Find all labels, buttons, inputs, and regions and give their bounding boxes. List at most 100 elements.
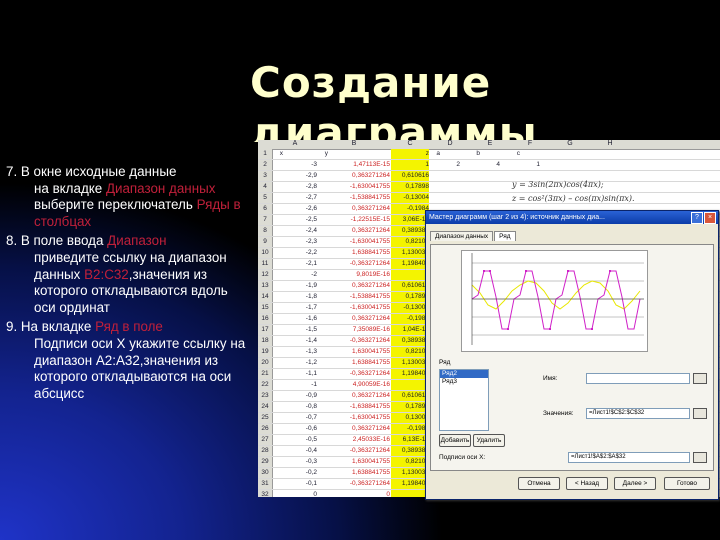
cell[interactable]: -0,3 xyxy=(273,457,317,467)
column-header[interactable]: H xyxy=(590,140,630,147)
row-number[interactable]: 20 xyxy=(258,358,273,368)
column-header[interactable]: C xyxy=(391,140,429,147)
collapse-range-icon[interactable] xyxy=(693,452,707,463)
cell[interactable]: 1,638841755 xyxy=(318,468,390,478)
help-button[interactable]: ? xyxy=(691,212,703,224)
cell[interactable]: -0,6 xyxy=(273,424,317,434)
row-number[interactable]: 2 xyxy=(258,160,273,170)
cell[interactable]: 0,17898 xyxy=(391,402,429,412)
cell[interactable]: 0,363271264 xyxy=(318,314,390,324)
row-number[interactable]: 26 xyxy=(258,424,273,434)
cell[interactable]: 4,90059E-16 xyxy=(318,380,390,390)
cell[interactable]: 1,198401 xyxy=(391,479,429,489)
cell[interactable]: -0,1984 xyxy=(391,204,429,214)
cell[interactable]: 1,630041755 xyxy=(318,457,390,467)
cell[interactable]: 0,389384 xyxy=(391,336,429,346)
cell[interactable]: -0,363271264 xyxy=(318,479,390,489)
table-row[interactable]: 3 -2,9 0,363271264 0,610616 xyxy=(258,171,720,182)
cell[interactable]: -1,2 xyxy=(273,358,317,368)
row-number[interactable]: 12 xyxy=(258,270,273,280)
cell[interactable]: -1,630041755 xyxy=(318,182,390,192)
cell[interactable]: -2,2 xyxy=(273,248,317,258)
cell[interactable]: 0,82102 xyxy=(391,457,429,467)
cell[interactable]: -1,630041755 xyxy=(318,303,390,313)
row-number[interactable]: 1 xyxy=(258,149,273,159)
cell[interactable]: -2 xyxy=(273,270,317,280)
cell[interactable]: -0,1984 xyxy=(391,314,429,324)
cell[interactable]: -0,13004 xyxy=(391,193,429,203)
cell[interactable]: 0,389384 xyxy=(391,446,429,456)
cell[interactable]: 1,47113E-15 xyxy=(318,160,390,170)
cell[interactable]: 2 xyxy=(430,160,460,170)
cell[interactable]: -1,638841755 xyxy=(318,402,390,412)
cell[interactable]: 6,13E-17 xyxy=(391,435,429,445)
cancel-button[interactable]: Отмена xyxy=(518,477,560,490)
remove-series-button[interactable]: Удалить xyxy=(473,434,505,447)
row-number[interactable]: 32 xyxy=(258,490,273,497)
cell[interactable]: -0,8 xyxy=(273,402,317,412)
cell[interactable]: 0,363271264 xyxy=(318,424,390,434)
next-button[interactable]: Далее > xyxy=(614,477,656,490)
cell[interactable]: 0,610616 xyxy=(391,391,429,401)
xaxis-field[interactable]: =Лист1!$A$2:$A$32 xyxy=(568,452,690,463)
row-number[interactable]: 31 xyxy=(258,479,273,489)
row-number[interactable]: 14 xyxy=(258,292,273,302)
cell[interactable]: 1 xyxy=(391,270,429,280)
cell[interactable]: -0,363271264 xyxy=(318,369,390,379)
cell[interactable]: 1 xyxy=(391,160,429,170)
cell[interactable]: -0,363271264 xyxy=(318,259,390,269)
column-header[interactable]: F xyxy=(510,140,550,147)
cell[interactable]: 1,130037 xyxy=(391,358,429,368)
cell[interactable]: 0,363271264 xyxy=(318,226,390,236)
name-field[interactable] xyxy=(586,373,690,384)
cell[interactable]: -2,8 xyxy=(273,182,317,192)
cell[interactable]: 0,82102 xyxy=(391,237,429,247)
values-field[interactable]: =Лист1!$C$2:$C$32 xyxy=(586,408,690,419)
cell[interactable]: 0,610616 xyxy=(391,281,429,291)
series-item[interactable]: Ряд3 xyxy=(440,378,488,386)
cell[interactable]: -1,1 xyxy=(273,369,317,379)
row-number[interactable]: 5 xyxy=(258,193,273,203)
cell[interactable]: a xyxy=(430,149,440,159)
cell[interactable]: -0,9 xyxy=(273,391,317,401)
row-number[interactable]: 22 xyxy=(258,380,273,390)
cell[interactable]: -0,5 xyxy=(273,435,317,445)
cell[interactable]: 1,130037 xyxy=(391,468,429,478)
cell[interactable]: -1,630041755 xyxy=(318,413,390,423)
cell[interactable]: -3 xyxy=(273,160,317,170)
column-header[interactable]: D xyxy=(430,140,470,147)
cell[interactable]: -2,1 xyxy=(273,259,317,269)
cell[interactable]: -2,3 xyxy=(273,237,317,247)
tab-data-range[interactable]: Диапазон данных xyxy=(430,231,494,241)
tab-series[interactable]: Ряд xyxy=(494,231,516,241)
cell[interactable]: -1,9 xyxy=(273,281,317,291)
cell[interactable]: 1,04E-16 xyxy=(391,325,429,335)
cell[interactable]: 1 xyxy=(391,490,429,497)
close-button[interactable]: × xyxy=(704,212,716,224)
cell[interactable]: 0,363271264 xyxy=(318,204,390,214)
row-number[interactable]: 7 xyxy=(258,215,273,225)
series-list[interactable]: Ряд2 Ряд3 xyxy=(439,369,489,431)
cell[interactable]: 1,630041755 xyxy=(318,347,390,357)
cell[interactable]: -1,5 xyxy=(273,325,317,335)
column-header[interactable]: G xyxy=(550,140,590,147)
cell[interactable]: -2,4 xyxy=(273,226,317,236)
row-number[interactable]: 11 xyxy=(258,259,273,269)
row-number[interactable]: 16 xyxy=(258,314,273,324)
cell[interactable]: 0,363271264 xyxy=(318,171,390,181)
cell[interactable]: 1,198401 xyxy=(391,259,429,269)
cell[interactable]: 0,17898 xyxy=(391,292,429,302)
row-number[interactable]: 18 xyxy=(258,336,273,346)
cell[interactable]: 0 xyxy=(273,490,317,497)
cell[interactable]: 0,363271264 xyxy=(318,281,390,291)
finish-button[interactable]: Готово xyxy=(664,477,710,490)
cell[interactable]: -1,630041755 xyxy=(318,237,390,247)
row-number[interactable]: 29 xyxy=(258,457,273,467)
cell[interactable]: 3,06E-16 xyxy=(391,215,429,225)
row-number[interactable]: 21 xyxy=(258,369,273,379)
cell[interactable]: -0,4 xyxy=(273,446,317,456)
cell[interactable]: -1,7 xyxy=(273,303,317,313)
cell[interactable]: -1,6 xyxy=(273,314,317,324)
row-number[interactable]: 23 xyxy=(258,391,273,401)
cell[interactable]: 0,610616 xyxy=(391,171,429,181)
